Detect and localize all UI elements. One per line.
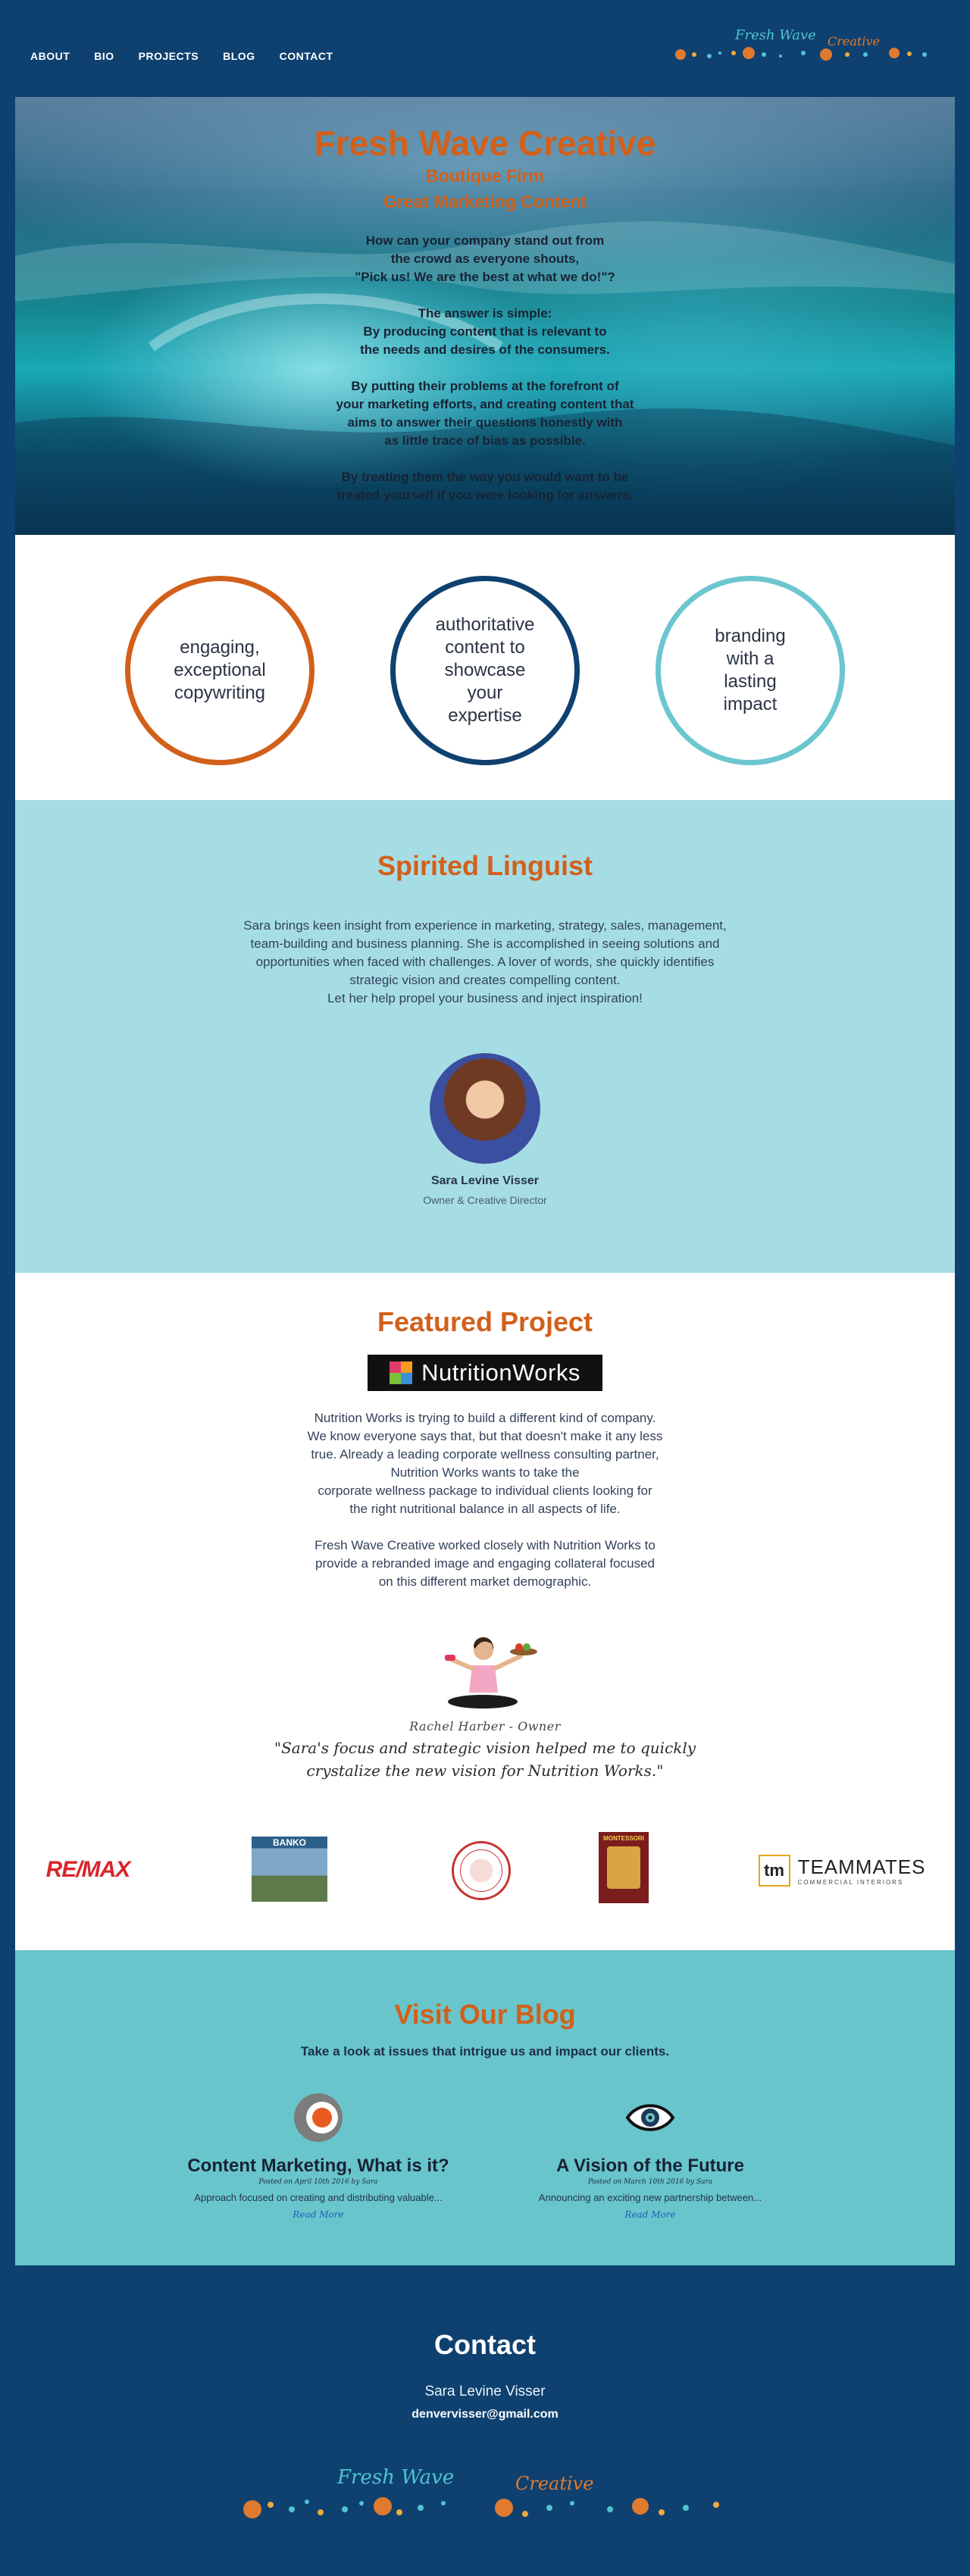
nav-link-projects[interactable]: PROJECTS — [139, 50, 199, 62]
featured-copy: Nutrition Works is trying to build a dif… — [273, 1409, 697, 1591]
bio-section: Spirited Linguist Sara brings keen insig… — [15, 800, 955, 1273]
nav-link-blog[interactable]: BLOG — [223, 50, 255, 62]
blog-post-meta: Posted on March 10th 2016 by Sara — [587, 2178, 713, 2186]
blog-tagline: Take a look at issues that intrigue us a… — [300, 2044, 670, 2059]
eye-icon — [625, 2104, 675, 2131]
nutritionworks-mark-icon — [390, 1361, 413, 1384]
blog-post-title[interactable]: Content Marketing, What is it? — [152, 2156, 485, 2177]
nav-link-about[interactable]: ABOUT — [30, 50, 70, 62]
nutritionworks-logo: NutritionWorks — [368, 1355, 602, 1391]
hero-subtitle-firm: Boutique Firm — [426, 165, 544, 186]
hero-section: Fresh Wave Creative Boutique Firm Great … — [15, 97, 955, 535]
logo-word-creative: Creative — [828, 34, 880, 48]
hero-copy: How can your company stand out from the … — [15, 232, 955, 505]
contact-title: Contact — [434, 2329, 536, 2360]
featured-paragraph: Nutrition Works is trying to build a dif… — [307, 1411, 663, 1516]
blog-title: Visit Our Blog — [394, 1999, 576, 2030]
hero-paragraph: By treating them the way you would want … — [336, 469, 634, 502]
remax-logo: RE/MAX — [45, 1857, 131, 1882]
client-logos: RE/MAX BANKO MONTESSORI tm TEAMMATES COM… — [15, 1832, 955, 1915]
nutritionworks-logo-text: NutritionWorks — [421, 1359, 580, 1386]
services-section: engaging, exceptional copywriting author… — [15, 535, 955, 800]
contact-email[interactable]: denvervisser@gmail.com — [0, 2408, 970, 2421]
logo-word-fresh-wave: Fresh Wave — [734, 27, 816, 43]
footer-logo-word-fresh-wave: Fresh Wave — [336, 2466, 454, 2489]
seal-logo — [452, 1841, 511, 1900]
hero-paragraph: By putting their problems at the forefro… — [336, 378, 634, 448]
bio-title: Spirited Linguist — [377, 850, 593, 881]
blog-post-card[interactable]: A Vision of the Future Posted on March 1… — [483, 2093, 817, 2221]
yoga-woman-illustration — [445, 1637, 537, 1708]
nav-links: ABOUT BIO PROJECTS BLOG CONTACT — [30, 50, 333, 62]
hero-paragraph: How can your company stand out from the … — [355, 233, 615, 284]
footer-brand-logo: Fresh Wave Creative — [243, 2466, 719, 2518]
read-more-link[interactable]: Read More — [293, 2209, 343, 2220]
top-navigation: ABOUT BIO PROJECTS BLOG CONTACT Fresh Wa… — [0, 0, 970, 97]
montessori-logo: MONTESSORI — [599, 1832, 649, 1903]
featured-paragraph: Fresh Wave Creative worked closely with … — [314, 1538, 656, 1589]
teammates-logo: tm TEAMMATES COMMERCIAL INTERIORS — [747, 1853, 937, 1888]
blog-section: Visit Our Blog Take a look at issues tha… — [15, 1950, 955, 2265]
read-more-link[interactable]: Read More — [624, 2209, 675, 2220]
service-circle-content: authoritative content to showcase your e… — [390, 576, 580, 765]
footer-logo-word-creative: Creative — [515, 2473, 593, 2494]
blog-post-card[interactable]: Content Marketing, What is it? Posted on… — [152, 2093, 485, 2221]
testimonial-author: Rachel Harber - Owner — [409, 1719, 561, 1733]
blog-post-title[interactable]: A Vision of the Future — [483, 2156, 817, 2177]
contact-section: Contact Sara Levine Visser denvervisser@… — [0, 2265, 970, 2576]
brand-logo[interactable]: Fresh Wave Creative — [667, 23, 940, 68]
person-role: Owner & Creative Director — [423, 1194, 547, 1206]
blog-post-excerpt: Approach focused on creating and distrib… — [194, 2192, 443, 2203]
hero-subtitle-content: Great Marketing Content — [383, 192, 587, 212]
hero-title: Fresh Wave Creative — [314, 123, 656, 163]
service-circle-copywriting: engaging, exceptional copywriting — [125, 576, 314, 765]
hero-paragraph: The answer is simple: By producing conte… — [360, 305, 610, 357]
bio-text: Sara brings keen insight from experience… — [243, 918, 727, 1005]
person-name: Sara Levine Visser — [430, 1174, 540, 1187]
featured-title: Featured Project — [377, 1306, 593, 1337]
nav-link-bio[interactable]: BIO — [94, 50, 114, 62]
service-circle-branding: branding with a lasting impact — [656, 576, 845, 765]
blog-post-meta: Posted on April 10th 2016 by Sara — [258, 2178, 378, 2186]
nav-link-contact[interactable]: CONTACT — [280, 50, 333, 62]
featured-project-section: Featured Project NutritionWorks Nutritio… — [15, 1273, 955, 1950]
contact-name: Sara Levine Visser — [424, 2384, 546, 2399]
avatar — [430, 1053, 540, 1164]
blog-post-excerpt: Announcing an exciting new partnership b… — [538, 2192, 762, 2203]
banko-logo: BANKO — [252, 1837, 327, 1902]
testimonial-quote: "Sara's focus and strategic vision helpe… — [274, 1739, 696, 1780]
target-icon — [294, 2093, 343, 2142]
